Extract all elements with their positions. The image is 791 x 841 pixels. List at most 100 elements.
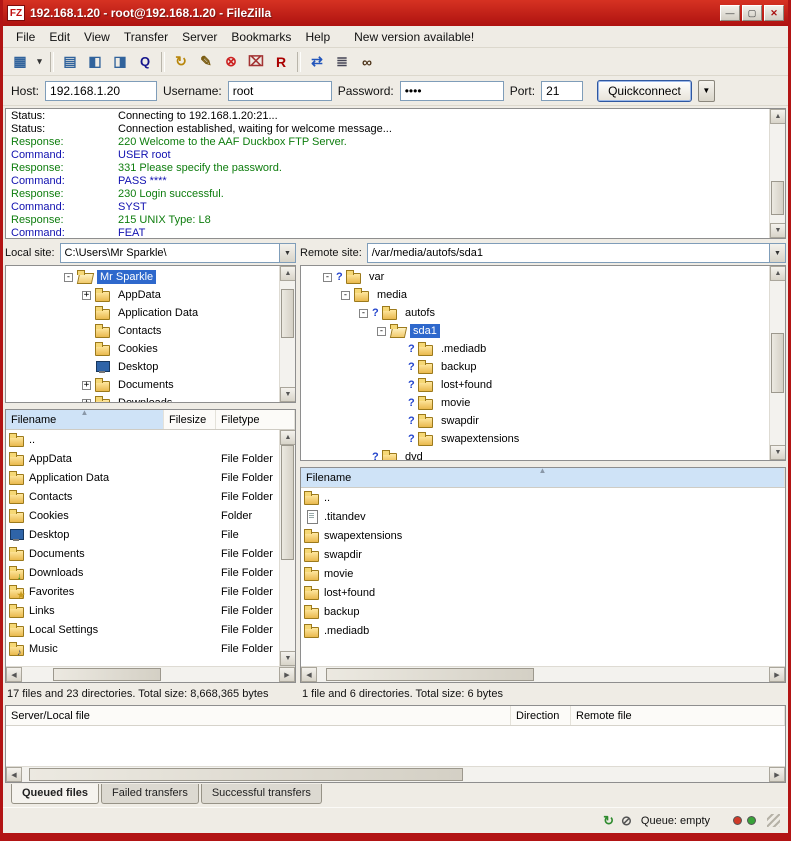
maximize-button[interactable]: ▢	[742, 5, 762, 21]
minimize-button[interactable]: —	[720, 5, 740, 21]
.mediadb[interactable]: .mediadb	[301, 621, 785, 640]
scroll-up-button[interactable]	[770, 109, 786, 124]
Cookies[interactable]: Cookies Folder	[6, 506, 279, 525]
scroll-track[interactable]	[770, 124, 785, 223]
Local Settings[interactable]: Local Settings File Folder	[6, 620, 279, 639]
remote-tree-item[interactable]: - autofs	[301, 304, 769, 322]
remote-tree-item[interactable]: movie	[301, 394, 769, 412]
swapextensions[interactable]: swapextensions	[301, 526, 785, 545]
quickconnect-dropdown[interactable]: ▼	[698, 80, 715, 102]
local-tree-item[interactable]: Application Data	[6, 304, 279, 322]
menu-edit[interactable]: Edit	[42, 28, 77, 46]
scroll-track[interactable]	[22, 667, 279, 682]
toggle-remote-tree-icon[interactable]: ◨	[108, 51, 132, 73]
tree-expander-icon[interactable]	[395, 345, 404, 354]
close-button[interactable]: ✕	[764, 5, 784, 21]
tree-expander-icon[interactable]: -	[64, 273, 73, 282]
local-tree-item[interactable]: + Documents	[6, 376, 279, 394]
scroll-down-button[interactable]	[770, 445, 786, 460]
remote-tree-item[interactable]: swapextensions	[301, 430, 769, 448]
tree-expander-icon[interactable]	[359, 453, 368, 461]
menu-view[interactable]: View	[77, 28, 117, 46]
local-tree-scrollbar[interactable]	[279, 266, 295, 402]
remote-tree-item[interactable]: backup	[301, 358, 769, 376]
scroll-track[interactable]	[22, 767, 769, 782]
tree-expander-icon[interactable]	[82, 309, 91, 318]
scroll-track[interactable]	[280, 445, 295, 651]
local-list-scrollbar[interactable]	[279, 430, 295, 666]
local-list-hscrollbar[interactable]	[6, 666, 295, 682]
Music[interactable]: ♪Music File Folder	[6, 639, 279, 658]
local-tree-item[interactable]: Desktop	[6, 358, 279, 376]
menu-transfer[interactable]: Transfer	[117, 28, 175, 46]
column-header[interactable]: Filesize	[164, 410, 216, 429]
scroll-track[interactable]	[280, 281, 295, 387]
tab-queued-files[interactable]: Queued files	[11, 784, 99, 804]
remote-tree-item[interactable]: - sda1	[301, 322, 769, 340]
directory-comparison-icon[interactable]: ⇄	[305, 51, 329, 73]
refresh-icon[interactable]: ↻	[169, 51, 193, 73]
tree-expander-icon[interactable]: +	[82, 291, 91, 300]
scroll-left-button[interactable]	[6, 667, 22, 682]
.titandev[interactable]: .titandev	[301, 507, 785, 526]
tree-expander-icon[interactable]	[82, 363, 91, 372]
queue-column-header[interactable]: Remote file	[571, 706, 785, 725]
scroll-track[interactable]	[317, 667, 769, 682]
menu-help[interactable]: Help	[298, 28, 337, 46]
column-header[interactable]: Filetype	[216, 410, 295, 429]
backup[interactable]: backup	[301, 602, 785, 621]
find-files-icon[interactable]: ∞	[355, 51, 379, 73]
tab-successful-transfers[interactable]: Successful transfers	[201, 784, 322, 804]
tree-expander-icon[interactable]	[82, 345, 91, 354]
column-header[interactable]: Filename	[301, 468, 785, 487]
Favorites[interactable]: ★Favorites File Folder	[6, 582, 279, 601]
disconnect-icon[interactable]: ⌧	[244, 51, 268, 73]
scroll-thumb[interactable]	[281, 445, 294, 560]
tree-expander-icon[interactable]	[395, 363, 404, 372]
scroll-down-button[interactable]	[770, 223, 786, 238]
Documents[interactable]: Documents File Folder	[6, 544, 279, 563]
Downloads[interactable]: ↓Downloads File Folder	[6, 563, 279, 582]
reconnect-icon[interactable]: R	[269, 51, 293, 73]
scroll-thumb[interactable]	[326, 668, 534, 681]
toggle-local-tree-icon[interactable]: ◧	[83, 51, 107, 73]
titlebar[interactable]: FZ 192.168.1.20 - root@192.168.1.20 - Fi…	[3, 0, 788, 26]
local-tree-item[interactable]: Cookies	[6, 340, 279, 358]
local-site-combobox[interactable]: C:\Users\Mr Sparkle\	[60, 243, 296, 263]
tree-expander-icon[interactable]	[395, 381, 404, 390]
scroll-up-button[interactable]	[770, 266, 786, 281]
synchronized-browsing-icon[interactable]: ≣	[330, 51, 354, 73]
tree-expander-icon[interactable]	[82, 327, 91, 336]
..[interactable]: ..	[301, 488, 785, 507]
scroll-down-button[interactable]	[280, 651, 295, 666]
column-header[interactable]: Filename	[6, 410, 164, 429]
menu-server[interactable]: Server	[175, 28, 224, 46]
local-tree-item[interactable]: + Downloads	[6, 394, 279, 402]
site-manager-icon[interactable]: ▦	[8, 51, 32, 73]
scroll-track[interactable]	[770, 281, 785, 445]
encryption-status-icon[interactable]: ↻	[603, 814, 614, 827]
tree-expander-icon[interactable]: -	[359, 309, 368, 318]
remote-tree-scrollbar[interactable]	[769, 266, 785, 460]
scroll-down-button[interactable]	[280, 387, 296, 402]
swapdir[interactable]: swapdir	[301, 545, 785, 564]
scroll-thumb[interactable]	[29, 768, 462, 781]
remote-tree-item[interactable]: lost+found	[301, 376, 769, 394]
scroll-thumb[interactable]	[771, 333, 784, 392]
process-queue-icon[interactable]: ✎	[194, 51, 218, 73]
Desktop[interactable]: Desktop File	[6, 525, 279, 544]
remote-tree-item[interactable]: dvd	[301, 448, 769, 460]
scroll-up-button[interactable]	[280, 430, 295, 445]
scroll-right-button[interactable]	[279, 667, 295, 682]
port-input[interactable]	[541, 81, 583, 101]
local-tree-item[interactable]: Contacts	[6, 322, 279, 340]
AppData[interactable]: AppData File Folder	[6, 449, 279, 468]
menu-bookmarks[interactable]: Bookmarks	[224, 28, 298, 46]
queue-column-header[interactable]: Direction	[511, 706, 571, 725]
quickconnect-button[interactable]: Quickconnect	[597, 80, 692, 102]
host-input[interactable]	[45, 81, 157, 101]
..[interactable]: ..	[6, 430, 279, 449]
scroll-left-button[interactable]	[301, 667, 317, 682]
remote-list-hscrollbar[interactable]	[301, 666, 785, 682]
scroll-up-button[interactable]	[280, 266, 296, 281]
